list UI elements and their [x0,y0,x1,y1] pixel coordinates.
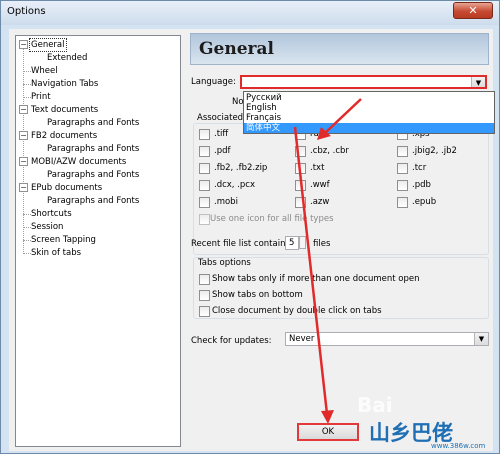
checkbox-dcx[interactable] [199,180,210,191]
tabs-only-multiple-label: Show tabs only if more than one document… [212,274,420,284]
title-bar: Options ✕ [1,1,499,25]
checkbox-azw[interactable] [295,197,306,208]
checkbox-mobi[interactable] [199,197,210,208]
watermark-brand: Bai [357,393,393,417]
tree-item-epub-paragraphs[interactable]: Paragraphs and Fonts [46,195,140,207]
language-option-russian[interactable]: Русский [244,93,494,103]
updates-select[interactable]: Never ▼ [285,332,489,346]
tree-item-shortcuts[interactable]: Shortcuts [30,208,73,220]
dropdown-arrow-icon[interactable]: ▼ [474,333,488,345]
checkbox-pdf[interactable] [199,146,210,157]
associated-label: Associated [197,113,244,123]
tree-item-mobi-documents[interactable]: MOBI/AZW documents [30,156,127,168]
checkbox-txt-label: .txt [310,163,325,173]
tree-item-text-documents[interactable]: Text documents [30,104,99,116]
options-tree[interactable]: − General Extended Wheel Navigation Tabs… [15,35,181,447]
recent-files-suffix: files [313,239,331,249]
tree-item-wheel[interactable]: Wheel [30,65,59,77]
tree-line [23,44,24,254]
checkbox-epub-label: .epub [412,197,437,207]
expand-minus-icon[interactable]: − [19,105,28,114]
annotation-arrowhead [321,410,334,424]
window-title: Options [7,6,46,17]
checkbox-txt[interactable] [295,163,306,174]
checkbox-wwf-label: .wwf [310,180,330,190]
checkbox-wwf[interactable] [295,180,306,191]
checkbox-tcr-label: .tcr [412,163,427,173]
checkbox-pdb-label: .pdb [412,180,431,190]
updates-label: Check for updates: [191,336,272,346]
recent-files-spinner[interactable] [299,236,306,249]
language-option-chinese[interactable]: 简体中文 [244,123,494,133]
checkbox-fb2[interactable] [199,163,210,174]
tree-item-fb2-documents[interactable]: FB2 documents [30,130,98,142]
options-window: Options ✕ − General Extended Wheel Navig… [0,0,500,454]
use-one-icon-label: Use one icon for all file types [210,214,334,224]
tree-item-text-paragraphs[interactable]: Paragraphs and Fonts [46,117,140,129]
checkbox-epub[interactable] [397,197,408,208]
language-option-french[interactable]: Français [244,113,494,123]
page-heading: General [190,33,489,65]
checkbox-tiff[interactable] [199,129,210,140]
tree-item-screen-tapping[interactable]: Screen Tapping [30,234,97,246]
tree-item-extended[interactable]: Extended [46,52,88,64]
checkbox-jbig2[interactable] [397,146,408,157]
tree-item-general[interactable]: General [29,38,67,52]
tree-item-navigation-tabs[interactable]: Navigation Tabs [30,78,99,90]
checkbox-close-double-click[interactable] [199,306,210,317]
partial-label: No [232,97,244,107]
expand-minus-icon[interactable]: − [19,131,28,140]
language-option-english[interactable]: English [244,103,494,113]
language-dropdown-list[interactable]: Русский English Français 简体中文 [243,91,495,134]
dropdown-arrow-icon[interactable]: ▼ [471,77,485,87]
checkbox-pdf-label: .pdf [214,146,231,156]
checkbox-dcx-label: .dcx, .pcx [214,180,256,190]
checkbox-tiff-label: .tiff [214,129,229,139]
watermark-url: www.386w.com [431,442,486,450]
recent-files-label: Recent file list contains: [191,239,293,249]
tree-item-skin-of-tabs[interactable]: Skin of tabs [30,247,82,259]
close-double-click-label: Close document by double click on tabs [212,306,382,316]
tree-item-session[interactable]: Session [30,221,64,233]
expand-minus-icon[interactable]: − [19,183,28,192]
page-title: General [199,39,274,59]
recent-files-input[interactable]: 5 [285,236,299,250]
close-button[interactable]: ✕ [453,2,493,19]
tree-item-print[interactable]: Print [30,91,52,103]
checkbox-azw-label: .azw [310,197,330,207]
tabs-options-title: Tabs options [198,258,251,268]
checkbox-pdb[interactable] [397,180,408,191]
checkbox-tcr[interactable] [397,163,408,174]
checkbox-tabs-bottom[interactable] [199,290,210,301]
checkbox-cbz[interactable] [295,146,306,157]
checkbox-tabs-only-multiple[interactable] [199,274,210,285]
checkbox-use-one-icon[interactable] [199,214,210,225]
tree-item-fb2-paragraphs[interactable]: Paragraphs and Fonts [46,143,140,155]
tree-item-mobi-paragraphs[interactable]: Paragraphs and Fonts [46,169,140,181]
updates-value: Never [289,334,315,344]
client-area: − General Extended Wheel Navigation Tabs… [9,29,495,451]
close-icon: ✕ [468,4,478,17]
expand-minus-icon[interactable]: − [19,157,28,166]
checkbox-fb2-label: .fb2, .fb2.zip [214,163,268,173]
expand-minus-icon[interactable]: − [19,40,28,49]
checkbox-cbz-label: .cbz, .cbr [310,146,349,156]
checkbox-jbig2-label: .jbig2, .jb2 [412,146,457,156]
ok-button[interactable]: OK [297,423,359,441]
language-select[interactable]: ▼ [240,75,487,89]
tabs-bottom-label: Show tabs on bottom [212,290,303,300]
checkbox-mobi-label: .mobi [214,197,238,207]
tree-item-epub-documents[interactable]: EPub documents [30,182,103,194]
language-label: Language: [191,77,236,87]
